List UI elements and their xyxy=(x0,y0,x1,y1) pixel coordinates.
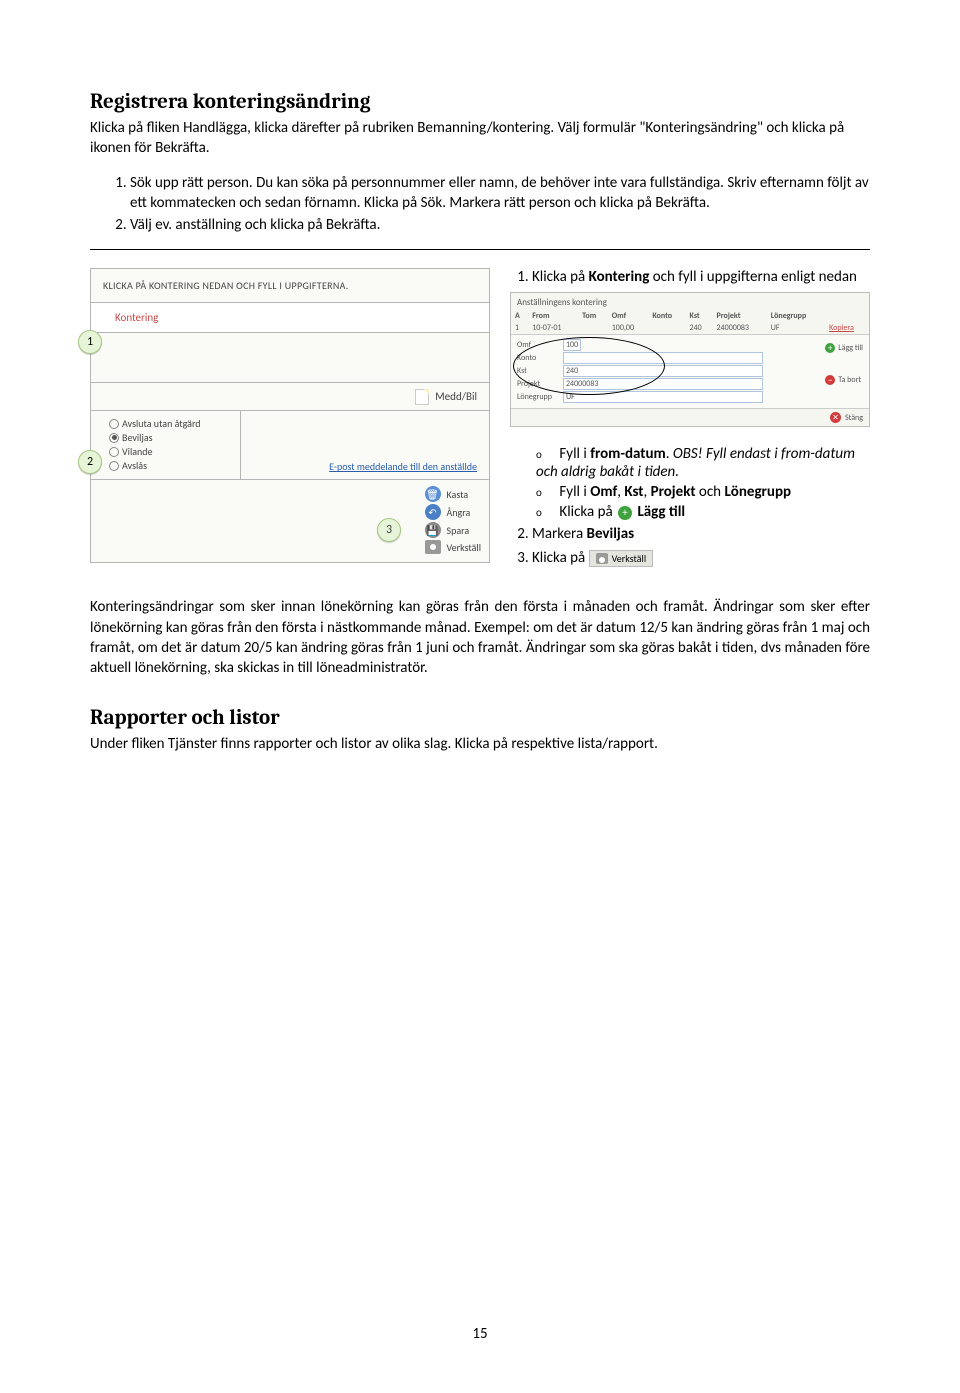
lonegrupp-input[interactable]: UF xyxy=(563,391,763,403)
kont-row[interactable]: 1 10-07-01 100,00 240 24000083 UF Kopier… xyxy=(511,322,869,334)
ta-bort-btn[interactable]: − Ta bort xyxy=(825,375,863,385)
lonegrupp-label: Lönegrupp xyxy=(517,392,563,402)
kst-input[interactable]: 240 xyxy=(563,365,763,377)
step-1: Sök upp rätt person. Du kan söka på pers… xyxy=(130,173,870,214)
projekt-input[interactable]: 24000083 xyxy=(563,378,763,390)
screenshot-panel: KLICKA PÅ KONTERING NEDAN OCH FYLL I UPP… xyxy=(90,268,490,563)
kont-table: A From Tom Omf Konto Kst Projekt Lönegru… xyxy=(511,310,869,334)
panel-spacer xyxy=(91,333,489,383)
intro-steps-list: Sök upp rätt person. Du kan söka på pers… xyxy=(90,173,870,236)
plus-icon: + xyxy=(825,343,835,353)
omf-input[interactable]: 100 xyxy=(563,339,581,351)
sub-bullets: Fyll i from-datum. OBS! Fyll endast i fr… xyxy=(510,445,870,521)
bullet-laggtill: Klicka på + Lägg till xyxy=(536,503,870,521)
btn-spara[interactable]: 💾 Spara xyxy=(425,522,482,538)
kontering-link[interactable]: Kontering xyxy=(91,303,489,333)
divider xyxy=(90,249,870,250)
radio-icon-checked xyxy=(109,433,119,443)
instr-1: Klicka på Kontering och fyll i uppgifter… xyxy=(532,268,870,286)
panel-banner: KLICKA PÅ KONTERING NEDAN OCH FYLL I UPP… xyxy=(91,269,489,303)
lagg-till-btn[interactable]: + Lägg till xyxy=(825,343,863,353)
radio-beviljas[interactable]: Beviljas xyxy=(109,431,232,444)
btn-kasta[interactable]: 🗑 Kasta xyxy=(425,486,482,502)
bullet-from-datum: Fyll i from-datum. OBS! Fyll endast i fr… xyxy=(536,445,870,481)
after-paragraph: Konteringsändringar som sker innan lönek… xyxy=(90,597,870,678)
btn-angra[interactable]: ↶ Ångra xyxy=(425,504,482,520)
kopiera-link[interactable]: Kopiera xyxy=(829,323,854,333)
omf-label: Omf xyxy=(517,340,563,350)
radio-vilande[interactable]: Vilande xyxy=(109,445,232,458)
right-instruction-list: Klicka på Kontering och fyll i uppgifter… xyxy=(510,268,870,286)
stang-label[interactable]: Stäng xyxy=(845,413,863,423)
konto-input[interactable] xyxy=(563,352,763,364)
end-paragraph: Under fliken Tjänster finns rapporter oc… xyxy=(90,734,870,754)
projekt-label: Projekt xyxy=(517,379,563,389)
execute-icon xyxy=(596,553,608,564)
radio-icon xyxy=(109,461,119,471)
bullet-fields: Fyll i Omf, Kst, Projekt och Lönegrupp xyxy=(536,483,870,501)
radio-icon xyxy=(109,447,119,457)
konto-label: Konto xyxy=(517,353,563,363)
kontering-panel: Anställningens kontering A From Tom Omf … xyxy=(510,292,870,427)
radio-icon xyxy=(109,419,119,429)
plus-icon-inline: + xyxy=(618,506,632,520)
instr-2: Markera Beviljas xyxy=(532,525,870,543)
save-icon: 💾 xyxy=(425,522,441,538)
meddbil-row[interactable]: Medd/Bil xyxy=(91,383,489,411)
kont-header: Anställningens kontering xyxy=(511,293,869,308)
verkstall-inline-btn[interactable]: Verkställ xyxy=(589,550,654,567)
trash-icon: 🗑 xyxy=(425,486,441,502)
right-instruction-list-cont: Markera Beviljas Klicka på Verkställ xyxy=(510,525,870,567)
step-2: Välj ev. anställning och klicka på Bekrä… xyxy=(130,215,870,235)
kont-form: + Lägg till − Ta bort Omf 100 Konto xyxy=(511,334,869,409)
heading-reports: Rapporter och listor xyxy=(90,706,870,730)
radio-avsluta[interactable]: Avsluta utan åtgärd xyxy=(109,417,232,430)
kst-label: Kst xyxy=(517,366,563,376)
instr-3: Klicka på Verkställ xyxy=(532,549,870,567)
note-icon xyxy=(415,389,429,405)
close-icon[interactable]: ✕ xyxy=(830,412,841,423)
execute-icon xyxy=(425,540,441,554)
heading-register: Registrera konteringsändring xyxy=(90,90,870,114)
meddbil-label: Medd/Bil xyxy=(435,390,477,403)
radio-avslas[interactable]: Avslås xyxy=(109,459,232,472)
btn-verkstall[interactable]: Verkställ xyxy=(425,540,482,554)
minus-icon: − xyxy=(825,375,835,385)
intro-paragraph: Klicka på fliken Handlägga, klicka däref… xyxy=(90,118,870,159)
email-link[interactable]: E-post meddelande till den anställde xyxy=(329,460,477,473)
badge-3: 3 xyxy=(377,518,401,542)
undo-icon: ↶ xyxy=(425,504,441,520)
page-number: 15 xyxy=(0,1325,960,1343)
